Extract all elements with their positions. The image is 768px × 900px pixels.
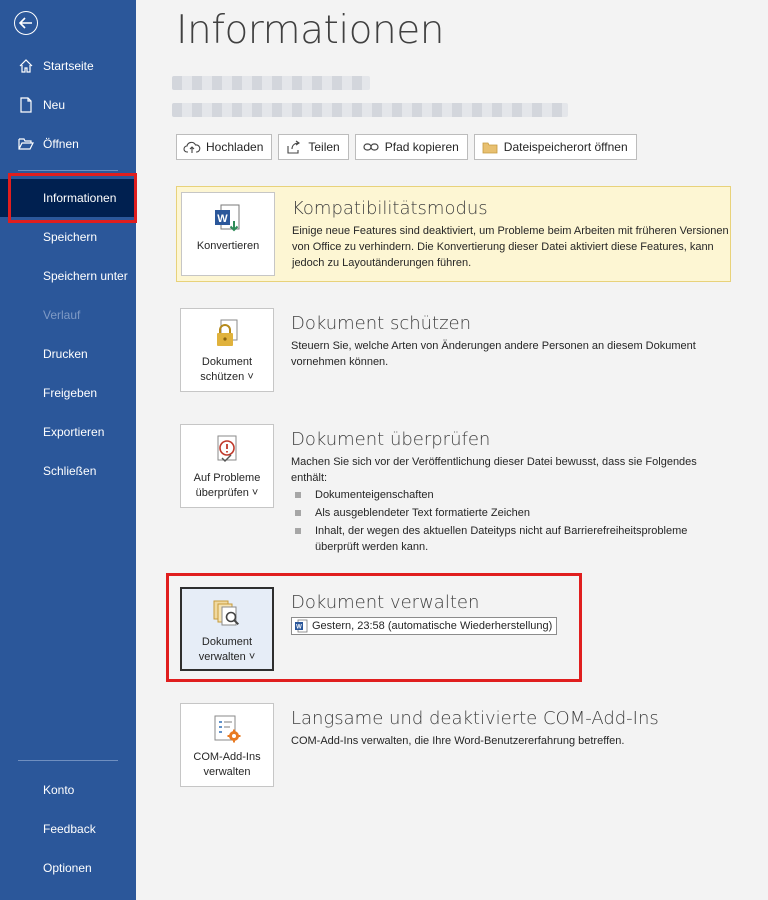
compat-title: Kompatibilitätsmodus [292,198,488,219]
copy-path-button[interactable]: Pfad kopieren [354,134,468,160]
compat-description: Einige neue Features sind deaktiviert, u… [292,225,729,269]
inspect-checklist-icon [210,433,244,467]
com-addins-section: COM-Add-Ins verwalten Langsame und deakt… [176,703,731,787]
file-toolbar: Hochladen Teilen Pfad kopieren Dateispei… [176,134,637,160]
back-arrow-icon[interactable] [14,11,38,35]
sidebar-item-label: Startseite [43,59,94,73]
sidebar-item-label: Feedback [43,822,96,836]
open-location-label: Dateispeicherort öffnen [503,140,628,154]
list-item: Inhalt, der wegen des aktuellen Dateityp… [291,523,731,555]
check-issues-button[interactable]: Auf Probleme überprüfen ˅ [180,424,274,508]
sidebar-item-feedback[interactable]: Feedback [0,810,136,848]
redacted-document-path [172,103,568,117]
cloud-upload-icon [183,139,201,155]
protect-title: Dokument schützen [291,313,472,334]
redacted-document-name [172,76,370,90]
protect-section: Dokument schützen ˅ Dokument schützen St… [176,308,731,398]
manage-com-addins-button[interactable]: COM-Add-Ins verwalten [180,703,274,787]
highlight-box [166,573,582,682]
sidebar-item-optionen[interactable]: Optionen [0,849,136,887]
sidebar-item-label: Optionen [43,861,92,875]
sidebar-divider [18,760,118,761]
sidebar-item-konto[interactable]: Konto [0,771,136,809]
list-item: Dokumenteigenschaften [291,487,731,503]
lock-icon [210,317,244,351]
list-item: Als ausgeblendeter Text formatierte Zeic… [291,505,731,521]
share-label: Teilen [308,140,340,154]
sidebar-item-label: Konto [43,783,75,797]
sidebar-item-startseite[interactable]: Startseite [0,47,136,85]
inspect-title: Dokument überprüfen [291,429,491,450]
check-issues-label-1: Auf Probleme [193,472,261,484]
open-folder-icon [18,136,34,152]
com-addins-title: Langsame und deaktivierte COM-Add-Ins [291,708,659,729]
sidebar-item-label: Drucken [43,347,88,361]
word-convert-icon: W [211,201,245,235]
sidebar-item-speichern-unter[interactable]: Speichern unter [0,257,136,295]
home-icon [18,58,34,74]
folder-icon [481,139,499,155]
sidebar-divider [18,170,118,171]
open-location-button[interactable]: Dateispeicherort öffnen [473,134,637,160]
sidebar-item-label: Freigeben [43,386,98,400]
sidebar-item-freigeben[interactable]: Freigeben [0,374,136,412]
compatibility-section: W Konvertieren Kompatibilitätsmodus Eini… [176,186,731,282]
protect-label-1: Dokument [201,356,253,368]
convert-button[interactable]: W Konvertieren [181,192,275,276]
info-page: Informationen Hochladen Teilen Pfad kopi… [136,0,768,900]
inspect-section: Auf Probleme überprüfen ˅ Dokument überp… [176,424,731,564]
com-addins-label-2: verwalten [203,766,251,778]
upload-label: Hochladen [206,140,264,154]
backstage-sidebar: Startseite Neu Öffnen Informationen Spei… [0,0,136,900]
sidebar-item-neu[interactable]: Neu [0,86,136,124]
page-title: Informationen [176,8,444,53]
sidebar-item-label: Speichern unter [43,269,128,283]
copy-path-label: Pfad kopieren [384,140,459,154]
sidebar-item-label: Exportieren [43,425,105,439]
sidebar-item-oeffnen[interactable]: Öffnen [0,125,136,163]
sidebar-item-label: Speichern [43,230,98,244]
protect-document-button[interactable]: Dokument schützen ˅ [180,308,274,392]
upload-button[interactable]: Hochladen [176,134,273,160]
sidebar-item-label: Schließen [43,464,97,478]
sidebar-item-exportieren[interactable]: Exportieren [0,413,136,451]
check-issues-label-2: überprüfen ˅ [195,487,259,499]
share-icon [285,139,303,155]
convert-label: Konvertieren [196,240,260,252]
sidebar-item-label: Verlauf [43,308,81,322]
sidebar-item-drucken[interactable]: Drucken [0,335,136,373]
share-button[interactable]: Teilen [278,134,349,160]
com-addins-label-1: COM-Add-Ins [193,751,261,763]
sidebar-item-label: Neu [43,98,66,112]
addins-gear-icon [210,712,244,746]
sidebar-item-verlauf: Verlauf [0,296,136,334]
sidebar-item-speichern[interactable]: Speichern [0,218,136,256]
inspect-bullet-list: Dokumenteigenschaften Als ausgeblendeter… [291,487,731,557]
sidebar-item-schliessen[interactable]: Schließen [0,452,136,490]
inspect-description: Machen Sie sich vor der Veröffentlichung… [291,456,697,484]
com-addins-description: COM-Add-Ins verwalten, die Ihre Word-Ben… [291,735,625,747]
highlight-box [8,173,137,223]
protect-description: Steuern Sie, welche Arten von Änderungen… [291,340,696,368]
sidebar-item-label: Öffnen [43,137,79,151]
svg-text:W: W [217,213,228,225]
link-icon [362,139,380,155]
protect-label-2: schützen ˅ [200,371,254,383]
new-document-icon [18,97,34,113]
